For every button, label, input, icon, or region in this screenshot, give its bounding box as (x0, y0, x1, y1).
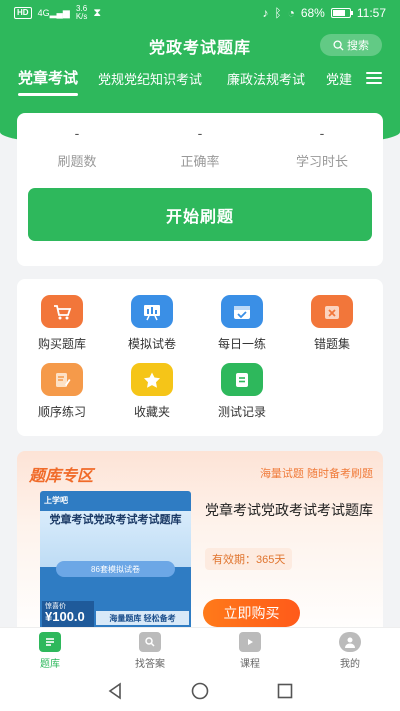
status-bar: HD 4G▂▄▆ 3.6 K/s ⧗ ♪ ᛒ ◔ 68% 11:57 (0, 0, 400, 26)
stat-label: 正确率 (180, 154, 220, 169)
grid-item-sequential-practice[interactable]: 顺序练习 (22, 363, 102, 420)
cover-price: ¥100.0 (45, 609, 85, 624)
validity-badge: 有效期：365天 (205, 548, 293, 570)
question-bank-zone: 题库专区 海量试题 随时备考刷题 上学吧 党章考试党政考试考试题库 86套模拟试… (17, 451, 383, 641)
stat-value: - (74, 125, 80, 141)
find-answer-icon (139, 632, 161, 652)
buy-now-button[interactable]: 立即购买 (203, 599, 300, 627)
cover-logo: 上学吧 (44, 496, 68, 505)
alarm-icon: ◔ (287, 6, 295, 20)
user-icon (339, 632, 361, 652)
grid-item-wrong-questions[interactable]: 错题集 (292, 295, 372, 352)
cover-pill: 86套模拟试卷 (56, 561, 175, 577)
battery-percent: 68% (300, 6, 325, 20)
download-icon: ⧗ (93, 6, 102, 19)
nav-mine[interactable]: 我的 (315, 632, 385, 670)
grid-label: 每日一练 (217, 337, 266, 351)
recents-icon[interactable] (275, 681, 295, 701)
tab-danggui[interactable]: 党规党纪知识考试 (98, 69, 202, 88)
function-grid: 购买题库 模拟试卷 每日一练 错题集 顺序练习 收藏夹 测试记录 (17, 279, 383, 436)
cover-price-box: 惊喜价 ¥100.0 (42, 601, 94, 627)
mute-icon: ♪ (262, 6, 269, 20)
bottom-nav: 题库 找答案 课程 我的 (0, 627, 400, 671)
stat-label: 刷题数 (57, 154, 97, 169)
stats-card: - 刷题数 - 正确率 - 学习时长 开始刷题 (17, 113, 383, 266)
product-cover[interactable]: 上学吧 党章考试党政考试考试题库 86套模拟试卷 惊喜价 ¥100.0 海量题库… (40, 491, 191, 631)
stat-study-time: - 学习时长 (267, 125, 377, 170)
system-navigation-bar (0, 671, 400, 711)
clock: 11:57 (356, 6, 386, 20)
grid-item-mock-exam[interactable]: 模拟试卷 (112, 295, 192, 352)
stat-value: - (319, 125, 325, 141)
grid-label: 错题集 (313, 337, 350, 351)
search-label: 搜索 (347, 40, 369, 52)
zone-title: 题库专区 (29, 468, 94, 485)
home-icon[interactable] (190, 681, 210, 701)
search-icon (333, 39, 344, 51)
grid-item-favorites[interactable]: 收藏夹 (112, 363, 192, 420)
start-practice-button[interactable]: 开始刷题 (28, 188, 372, 241)
exam-board-icon (131, 295, 173, 328)
network-type: HD (14, 7, 32, 19)
menu-icon[interactable] (366, 72, 382, 84)
grid-label: 模拟试卷 (127, 337, 176, 351)
stat-value: - (197, 125, 203, 141)
cover-slogan: 海量题库 轻松备考 (96, 611, 189, 625)
video-course-icon (239, 632, 261, 652)
tab-dangzhang[interactable]: 党章考试 (18, 67, 79, 96)
signal-icon: 4G▂▄▆ (37, 7, 70, 18)
cover-title: 党章考试党政考试考试题库 (40, 511, 191, 567)
tab-dangjian[interactable]: 党建 (326, 69, 352, 88)
back-icon[interactable] (105, 681, 125, 701)
grid-label: 收藏夹 (133, 405, 170, 419)
nav-label: 我的 (340, 659, 360, 670)
grid-item-test-records[interactable]: 测试记录 (202, 363, 282, 420)
network-speed: 3.6 K/s (75, 4, 88, 21)
grid-item-buy-bank[interactable]: 购买题库 (22, 295, 102, 352)
nav-label: 课程 (240, 659, 260, 670)
nav-find-answer[interactable]: 找答案 (115, 632, 185, 670)
star-icon (131, 363, 173, 396)
stat-label: 学习时长 (295, 154, 348, 169)
nav-question-bank[interactable]: 题库 (15, 632, 85, 670)
app-header: 党政考试题库 搜索 (0, 28, 400, 62)
wrong-box-icon (311, 295, 353, 328)
grid-item-daily-practice[interactable]: 每日一练 (202, 295, 282, 352)
tab-lianzheng[interactable]: 廉政法规考试 (227, 69, 305, 88)
nav-courses[interactable]: 课程 (215, 632, 285, 670)
grid-label: 测试记录 (217, 405, 266, 419)
nav-label: 题库 (40, 659, 60, 670)
nav-label: 找答案 (135, 659, 165, 670)
bluetooth-icon: ᛒ (274, 6, 282, 20)
battery-icon (330, 8, 353, 18)
search-button[interactable]: 搜索 (320, 34, 382, 56)
product-title[interactable]: 党章考试党政考试考试题库 (205, 499, 375, 521)
stat-question-count: - 刷题数 (22, 125, 132, 170)
category-tabs: 党章考试 党规党纪知识考试 廉政法规考试 党建 (0, 66, 400, 96)
stat-accuracy: - 正确率 (145, 125, 255, 170)
grid-label: 顺序练习 (37, 405, 86, 419)
calendar-check-icon (221, 295, 263, 328)
question-bank-icon (39, 632, 61, 652)
grid-label: 购买题库 (37, 337, 86, 351)
zone-subtitle: 海量试题 随时备考刷题 (259, 468, 373, 480)
document-pencil-icon (41, 363, 83, 396)
cart-icon (41, 295, 83, 328)
record-list-icon (221, 363, 263, 396)
